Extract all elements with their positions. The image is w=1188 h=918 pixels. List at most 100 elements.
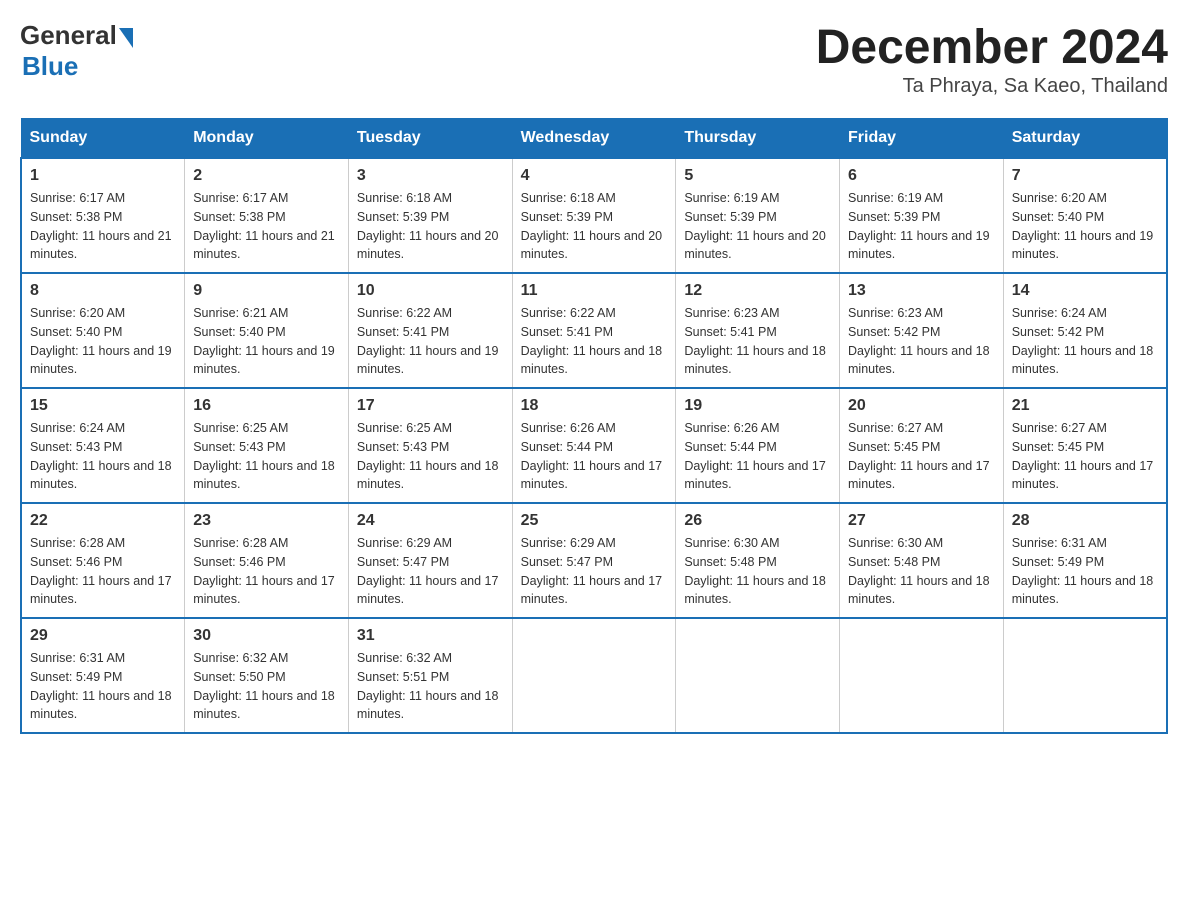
day-info: Sunrise: 6:24 AMSunset: 5:42 PMDaylight:…	[1012, 304, 1158, 379]
day-info: Sunrise: 6:32 AMSunset: 5:51 PMDaylight:…	[357, 649, 504, 724]
day-info: Sunrise: 6:26 AMSunset: 5:44 PMDaylight:…	[684, 419, 831, 494]
day-number: 28	[1012, 512, 1158, 530]
day-info: Sunrise: 6:18 AMSunset: 5:39 PMDaylight:…	[357, 189, 504, 264]
day-info: Sunrise: 6:25 AMSunset: 5:43 PMDaylight:…	[357, 419, 504, 494]
day-number: 8	[30, 282, 176, 300]
day-info: Sunrise: 6:25 AMSunset: 5:43 PMDaylight:…	[193, 419, 340, 494]
calendar-day-cell: 22 Sunrise: 6:28 AMSunset: 5:46 PMDayligh…	[21, 503, 185, 618]
logo-arrow-icon	[119, 28, 133, 48]
logo: General Blue	[20, 20, 133, 82]
day-info: Sunrise: 6:32 AMSunset: 5:50 PMDaylight:…	[193, 649, 340, 724]
day-number: 16	[193, 397, 340, 415]
calendar-day-cell: 28 Sunrise: 6:31 AMSunset: 5:49 PMDayligh…	[1003, 503, 1167, 618]
calendar-day-cell: 16 Sunrise: 6:25 AMSunset: 5:43 PMDayligh…	[185, 388, 349, 503]
day-info: Sunrise: 6:23 AMSunset: 5:41 PMDaylight:…	[684, 304, 831, 379]
day-number: 22	[30, 512, 176, 530]
calendar-day-cell: 31 Sunrise: 6:32 AMSunset: 5:51 PMDayligh…	[348, 618, 512, 733]
day-number: 14	[1012, 282, 1158, 300]
weekday-header-row: SundayMondayTuesdayWednesdayThursdayFrid…	[21, 119, 1167, 159]
calendar-day-cell: 17 Sunrise: 6:25 AMSunset: 5:43 PMDayligh…	[348, 388, 512, 503]
day-info: Sunrise: 6:26 AMSunset: 5:44 PMDaylight:…	[521, 419, 668, 494]
calendar-day-cell	[676, 618, 840, 733]
logo-blue-text: Blue	[22, 51, 78, 82]
day-info: Sunrise: 6:19 AMSunset: 5:39 PMDaylight:…	[848, 189, 995, 264]
day-info: Sunrise: 6:22 AMSunset: 5:41 PMDaylight:…	[357, 304, 504, 379]
calendar-day-cell: 27Sunrise: 6:30 AMSunset: 5:48 PMDayligh…	[840, 503, 1004, 618]
calendar-table: SundayMondayTuesdayWednesdayThursdayFrid…	[20, 118, 1168, 734]
day-number: 27	[848, 512, 995, 530]
title-section: December 2024 Ta Phraya, Sa Kaeo, Thaila…	[816, 20, 1168, 98]
calendar-day-cell: 18 Sunrise: 6:26 AMSunset: 5:44 PMDayligh…	[512, 388, 676, 503]
day-number: 2	[193, 167, 340, 185]
day-number: 4	[521, 167, 668, 185]
day-number: 3	[357, 167, 504, 185]
month-year-title: December 2024	[816, 20, 1168, 75]
day-number: 6	[848, 167, 995, 185]
day-info: Sunrise: 6:21 AMSunset: 5:40 PMDaylight:…	[193, 304, 340, 379]
weekday-header-thursday: Thursday	[676, 119, 840, 159]
day-info: Sunrise: 6:17 AMSunset: 5:38 PMDaylight:…	[193, 189, 340, 264]
calendar-day-cell: 30 Sunrise: 6:32 AMSunset: 5:50 PMDayligh…	[185, 618, 349, 733]
day-info: Sunrise: 6:20 AMSunset: 5:40 PMDaylight:…	[1012, 189, 1158, 264]
day-info: Sunrise: 6:27 AMSunset: 5:45 PMDaylight:…	[848, 419, 995, 494]
calendar-day-cell: 6 Sunrise: 6:19 AMSunset: 5:39 PMDaylight…	[840, 158, 1004, 273]
calendar-day-cell: 20Sunrise: 6:27 AMSunset: 5:45 PMDayligh…	[840, 388, 1004, 503]
calendar-day-cell: 2 Sunrise: 6:17 AMSunset: 5:38 PMDaylight…	[185, 158, 349, 273]
calendar-day-cell	[1003, 618, 1167, 733]
day-info: Sunrise: 6:17 AMSunset: 5:38 PMDaylight:…	[30, 189, 176, 264]
day-info: Sunrise: 6:22 AMSunset: 5:41 PMDaylight:…	[521, 304, 668, 379]
day-number: 19	[684, 397, 831, 415]
day-info: Sunrise: 6:28 AMSunset: 5:46 PMDaylight:…	[30, 534, 176, 609]
day-number: 25	[521, 512, 668, 530]
day-number: 17	[357, 397, 504, 415]
day-info: Sunrise: 6:31 AMSunset: 5:49 PMDaylight:…	[1012, 534, 1158, 609]
day-info: Sunrise: 6:18 AMSunset: 5:39 PMDaylight:…	[521, 189, 668, 264]
day-number: 7	[1012, 167, 1158, 185]
day-number: 21	[1012, 397, 1158, 415]
calendar-week-row: 22 Sunrise: 6:28 AMSunset: 5:46 PMDayligh…	[21, 503, 1167, 618]
day-info: Sunrise: 6:29 AMSunset: 5:47 PMDaylight:…	[357, 534, 504, 609]
calendar-day-cell: 9 Sunrise: 6:21 AMSunset: 5:40 PMDaylight…	[185, 273, 349, 388]
day-number: 1	[30, 167, 176, 185]
calendar-day-cell: 14 Sunrise: 6:24 AMSunset: 5:42 PMDayligh…	[1003, 273, 1167, 388]
calendar-day-cell	[840, 618, 1004, 733]
weekday-header-tuesday: Tuesday	[348, 119, 512, 159]
calendar-week-row: 15 Sunrise: 6:24 AMSunset: 5:43 PMDayligh…	[21, 388, 1167, 503]
calendar-day-cell: 4 Sunrise: 6:18 AMSunset: 5:39 PMDaylight…	[512, 158, 676, 273]
calendar-day-cell: 7 Sunrise: 6:20 AMSunset: 5:40 PMDaylight…	[1003, 158, 1167, 273]
weekday-header-monday: Monday	[185, 119, 349, 159]
day-info: Sunrise: 6:24 AMSunset: 5:43 PMDaylight:…	[30, 419, 176, 494]
calendar-day-cell	[512, 618, 676, 733]
day-number: 11	[521, 282, 668, 300]
page-header: General Blue December 2024 Ta Phraya, Sa…	[20, 20, 1168, 98]
calendar-day-cell: 11 Sunrise: 6:22 AMSunset: 5:41 PMDayligh…	[512, 273, 676, 388]
day-info: Sunrise: 6:28 AMSunset: 5:46 PMDaylight:…	[193, 534, 340, 609]
day-number: 31	[357, 627, 504, 645]
calendar-day-cell: 12Sunrise: 6:23 AMSunset: 5:41 PMDayligh…	[676, 273, 840, 388]
calendar-week-row: 1 Sunrise: 6:17 AMSunset: 5:38 PMDaylight…	[21, 158, 1167, 273]
day-number: 15	[30, 397, 176, 415]
calendar-day-cell: 1 Sunrise: 6:17 AMSunset: 5:38 PMDaylight…	[21, 158, 185, 273]
weekday-header-saturday: Saturday	[1003, 119, 1167, 159]
day-number: 18	[521, 397, 668, 415]
day-number: 24	[357, 512, 504, 530]
calendar-day-cell: 21Sunrise: 6:27 AMSunset: 5:45 PMDayligh…	[1003, 388, 1167, 503]
day-number: 5	[684, 167, 831, 185]
weekday-header-friday: Friday	[840, 119, 1004, 159]
day-info: Sunrise: 6:20 AMSunset: 5:40 PMDaylight:…	[30, 304, 176, 379]
calendar-week-row: 29Sunrise: 6:31 AMSunset: 5:49 PMDayligh…	[21, 618, 1167, 733]
day-number: 23	[193, 512, 340, 530]
day-number: 9	[193, 282, 340, 300]
day-info: Sunrise: 6:29 AMSunset: 5:47 PMDaylight:…	[521, 534, 668, 609]
day-number: 13	[848, 282, 995, 300]
calendar-day-cell: 25 Sunrise: 6:29 AMSunset: 5:47 PMDayligh…	[512, 503, 676, 618]
day-number: 30	[193, 627, 340, 645]
day-number: 26	[684, 512, 831, 530]
calendar-day-cell: 23 Sunrise: 6:28 AMSunset: 5:46 PMDayligh…	[185, 503, 349, 618]
calendar-day-cell: 3 Sunrise: 6:18 AMSunset: 5:39 PMDaylight…	[348, 158, 512, 273]
calendar-day-cell: 5Sunrise: 6:19 AMSunset: 5:39 PMDaylight…	[676, 158, 840, 273]
calendar-day-cell: 19 Sunrise: 6:26 AMSunset: 5:44 PMDayligh…	[676, 388, 840, 503]
calendar-day-cell: 13Sunrise: 6:23 AMSunset: 5:42 PMDayligh…	[840, 273, 1004, 388]
weekday-header-sunday: Sunday	[21, 119, 185, 159]
logo-general-text: General	[20, 20, 117, 51]
